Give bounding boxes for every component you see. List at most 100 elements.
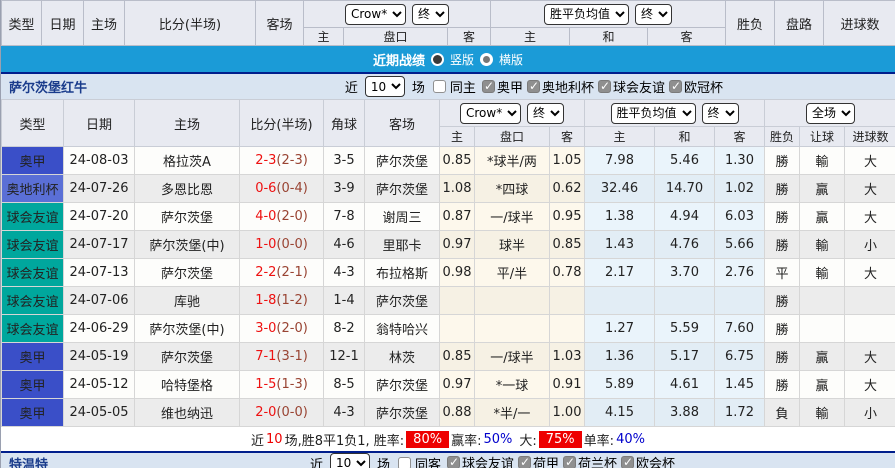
cell-away-odds: 0.91 [549,370,585,399]
cell-date: 24-05-05 [63,398,135,427]
avg-final-select[interactable]: 终 [635,3,672,25]
cell-date: 24-07-06 [63,286,135,315]
cell-away-odds: 0.62 [549,174,585,203]
cell-handicap-result: 輸 [799,258,845,287]
col-type: 类型 [1,99,64,147]
avg-final-select[interactable]: 终 [701,102,739,124]
cell-result: 勝 [764,286,800,315]
cell-avg-draw: 4.94 [654,202,715,231]
filter-bar: 近 10 场 同主 奥甲 奥地利杯 球会友谊 欧冠杯 [343,76,723,97]
cell-avg-home: 5.89 [584,370,655,399]
cell-away-odds [549,314,585,343]
col-result: 胜负 [725,0,775,46]
checked-checkbox-icon[interactable] [518,455,532,468]
cell-corners: 8-5 [323,370,365,399]
summary-bar: 近 10 场,胜8平1负1, 胜率: 80% 赢率: 50% 大: 75% 单率: 40% [1,427,895,451]
cell-league-type: 奥甲 [1,370,64,399]
table-row: 奥甲 24-05-05 维也纳迅 2-0(0-0) 4-3 萨尔茨堡 0.88 *半/一 1.0… [1,398,895,427]
cell-avg-home: 1.38 [584,202,655,231]
cell-league-type: 球会友谊 [1,314,64,343]
cell-avg-home: 1.27 [584,314,655,343]
cell-date: 24-07-26 [63,174,135,203]
recent-results-bar: 近期战绩 竖版 横版 [1,46,895,72]
subcol-goals: 进球数 [843,126,895,147]
cell-handicap: *一球 [474,370,550,399]
cell-league-type: 奥甲 [1,146,64,175]
bookmaker-select-cell: Crow* 终 [303,0,491,28]
cell-home-odds: 0.98 [439,258,475,287]
league-filters: 球会友谊 荷甲 荷兰杯 欧会杯 [443,453,675,468]
cell-date: 24-05-19 [63,342,135,371]
final-odds-select[interactable]: 终 [412,3,449,25]
cell-avg-away: 7.60 [714,314,765,343]
col-handicap-trend: 盘路 [774,0,824,46]
cell-handicap: 平/半 [474,258,550,287]
cell-away-team: 谢周三 [364,202,440,231]
league-filter[interactable]: 欧会杯 [617,453,675,468]
cell-corners: 3-9 [323,174,365,203]
cell-score: 2-3(2-3) [239,146,324,175]
cell-league-type: 球会友谊 [1,286,64,315]
cell-away-team: 萨尔茨堡 [364,146,440,175]
checked-checkbox-icon[interactable] [668,79,682,93]
cell-league-type: 奥甲 [1,398,64,427]
table-row: 奥甲 24-05-12 哈特堡格 1-5(1-3) 8-5 萨尔茨堡 0.97 *一球 0.91… [1,370,895,399]
page-header-table: 类型 日期 主场 比分(半场) 客场 Crow* 终 胜平负均值终 胜负 盘路 进… [1,0,895,46]
league-filter[interactable]: 球会友谊 [594,77,665,96]
same-away-checkbox[interactable] [397,456,411,468]
cell-away-team: 萨尔茨堡 [364,370,440,399]
fulltime-select[interactable]: 全场 [806,102,856,124]
league-filter[interactable]: 球会友谊 [443,453,514,468]
checked-checkbox-icon[interactable] [481,79,495,93]
checked-checkbox-icon[interactable] [621,455,635,468]
league-filter[interactable]: 奥甲 [478,77,523,96]
cell-away-team: 萨尔茨堡 [364,286,440,315]
cell-home-team: 萨尔茨堡 [134,342,240,371]
cell-corners: 4-6 [323,230,365,259]
col-type: 类型 [1,0,42,46]
league-filter-label: 欧冠杯 [683,80,723,96]
bookmaker-select[interactable]: Crow* [345,3,406,25]
vertical-layout-radio[interactable] [430,52,444,66]
cell-avg-home: 1.43 [584,230,655,259]
cell-away-team: 布拉格斯 [364,258,440,287]
avg-odds-select[interactable]: 胜平负均值 [610,102,696,124]
cell-corners: 7-8 [323,202,365,231]
cell-handicap-result: 輸 [799,230,845,259]
avg-odds-select[interactable]: 胜平负均值 [544,3,629,25]
match-count-select[interactable]: 10 [329,452,370,468]
league-filter[interactable]: 荷兰杯 [559,453,617,468]
cell-league-type: 球会友谊 [1,258,64,287]
checked-checkbox-icon[interactable] [447,455,460,468]
match-count-select[interactable]: 10 [364,76,405,97]
final-odds-select[interactable]: 终 [527,102,564,124]
cell-avg-draw: 4.76 [654,230,715,259]
league-filter[interactable]: 欧冠杯 [665,77,723,96]
col-away: 客场 [255,0,304,46]
cell-away-odds: 0.85 [549,230,585,259]
single-label: 单率: [583,433,615,449]
cell-home-odds: 0.97 [439,370,475,399]
league-filter[interactable]: 荷甲 [514,453,559,468]
same-home-checkbox[interactable] [432,80,446,93]
col-date: 日期 [41,0,84,46]
horizontal-layout-radio[interactable] [480,52,493,66]
cell-home-team: 哈特堡格 [134,370,240,399]
bookmaker-select[interactable]: Crow* [460,102,521,124]
handicap-win-value: 50% [483,431,513,447]
handicap-win-label: 赢率: [451,433,482,449]
checked-checkbox-icon[interactable] [526,79,540,93]
cell-score: 2-0(0-0) [239,398,324,427]
checked-checkbox-icon[interactable] [563,455,577,468]
league-filter[interactable]: 奥地利杯 [523,77,594,96]
cell-goals [843,286,895,315]
league-filters: 奥甲 奥地利杯 球会友谊 欧冠杯 [478,77,723,97]
cell-away-odds: 1.00 [549,398,585,427]
checked-checkbox-icon[interactable] [597,79,611,93]
cell-avg-draw: 5.46 [654,146,715,175]
subcol-avg-home: 主 [584,126,655,147]
subcol-handicap: 盘口 [343,27,448,46]
cell-handicap-result: 輸 [799,398,845,427]
subcol-odds-away: 客 [447,27,491,46]
cell-home-odds: 0.88 [439,398,475,427]
